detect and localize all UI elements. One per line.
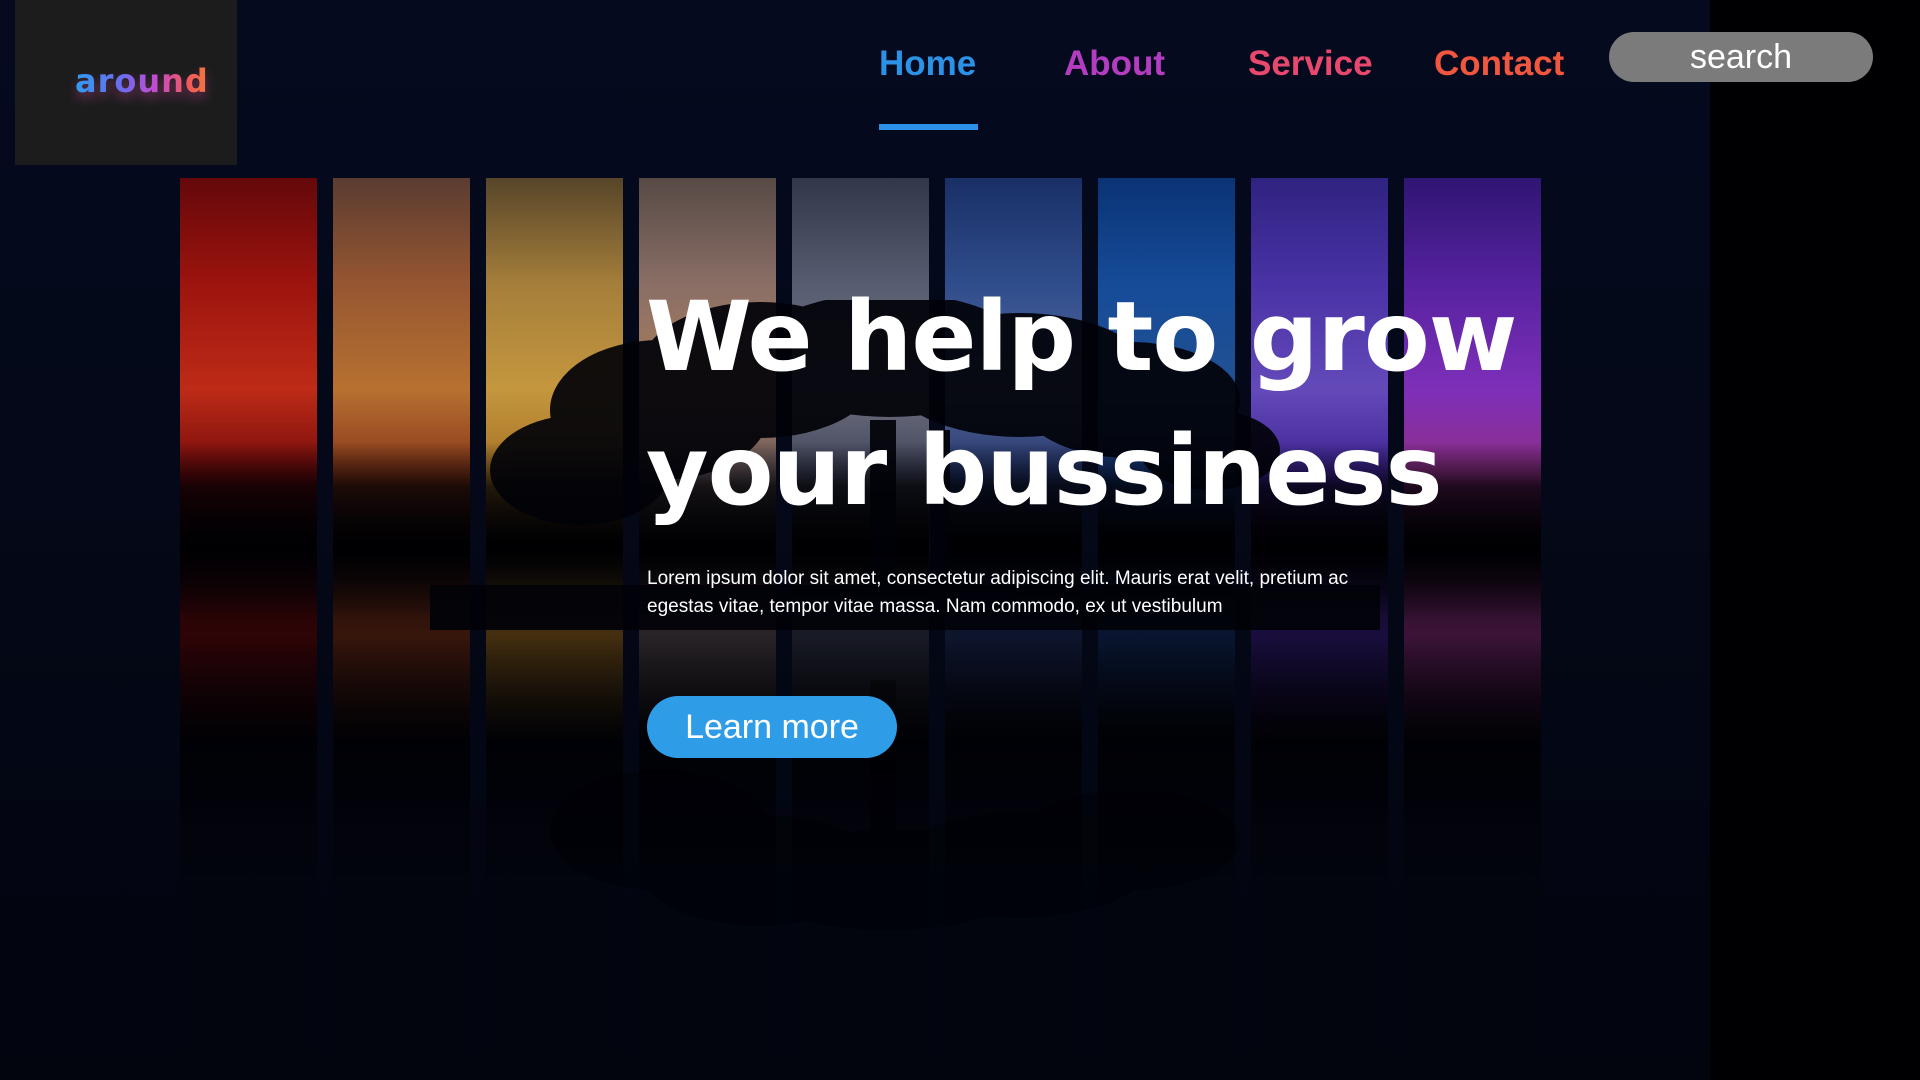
learn-more-button[interactable]: Learn more [647,696,897,758]
nav-contact-link[interactable]: Contact [1434,44,1564,84]
search-input[interactable] [1609,32,1873,82]
image-strip [486,178,623,1058]
nav-home-link[interactable]: Home [879,44,976,84]
image-strip [180,178,317,1058]
main-navigation: Home About Service Contact [0,0,1920,140]
hero-title-line-2: your bussiness [646,415,1443,527]
active-nav-indicator [879,124,978,130]
strip-shading [486,178,623,1058]
hero-description: Lorem ipsum dolor sit amet, consectetur … [647,568,1349,617]
nav-about-link[interactable]: About [1064,44,1165,84]
strip-shading [333,178,470,1058]
hero-title-line-1: We help to grow [646,281,1517,393]
strip-shading [180,178,317,1058]
nav-service-link[interactable]: Service [1248,44,1373,84]
image-strips [0,0,1920,1080]
hero-title: We help to grow your bussiness [646,270,1546,538]
image-strip [333,178,470,1058]
